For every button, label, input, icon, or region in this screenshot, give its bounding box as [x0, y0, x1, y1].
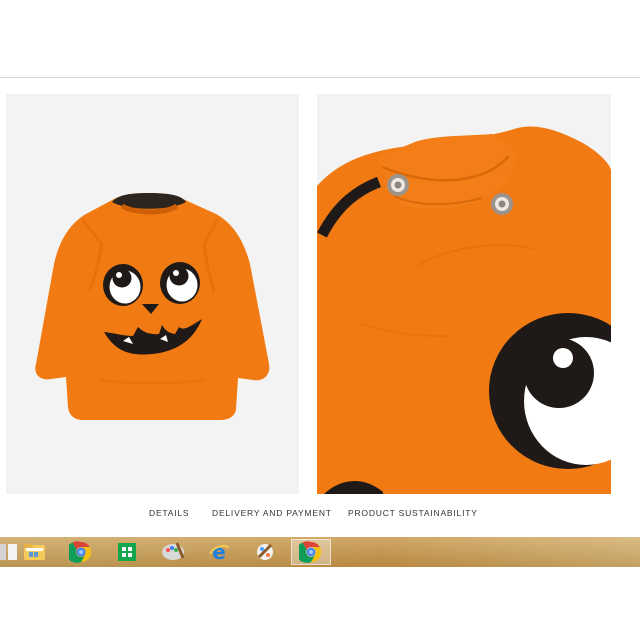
product-info-tabs: DETAILS DELIVERY AND PAYMENT PRODUCT SUS… [0, 508, 640, 524]
tab-delivery-and-payment[interactable]: DELIVERY AND PAYMENT [212, 508, 332, 518]
chrome-icon[interactable] [61, 539, 101, 565]
pumpkin-shirt-front-image [6, 94, 299, 494]
paint-icon[interactable] [153, 539, 193, 565]
pumpkin-shirt-closeup-image [317, 94, 611, 494]
store-icon[interactable] [107, 539, 147, 565]
browser-top-divider [0, 77, 640, 78]
svg-text:e: e [212, 540, 226, 564]
store-icon-graphic [118, 543, 136, 561]
chrome-active-icon-graphic [299, 541, 322, 563]
internet-explorer-icon[interactable]: e [199, 539, 239, 565]
product-image-front[interactable] [6, 94, 299, 494]
file-explorer-icon[interactable] [15, 539, 55, 565]
windows-taskbar: e [0, 537, 640, 567]
folder-icon [24, 544, 45, 560]
paint-brush-icon[interactable] [245, 539, 285, 565]
paint-palette-icon [162, 542, 185, 560]
product-gallery [0, 94, 640, 494]
product-image-closeup[interactable] [317, 94, 611, 494]
screenshot-page: DETAILS DELIVERY AND PAYMENT PRODUCT SUS… [0, 0, 640, 640]
chrome-icon-graphic [69, 541, 92, 563]
chrome-active-icon[interactable] [291, 539, 331, 565]
ie-icon-graphic: e [209, 540, 230, 564]
paint-brush-icon-graphic [257, 543, 273, 560]
tab-product-sustainability[interactable]: PRODUCT SUSTAINABILITY [348, 508, 478, 518]
tab-details[interactable]: DETAILS [149, 508, 189, 518]
